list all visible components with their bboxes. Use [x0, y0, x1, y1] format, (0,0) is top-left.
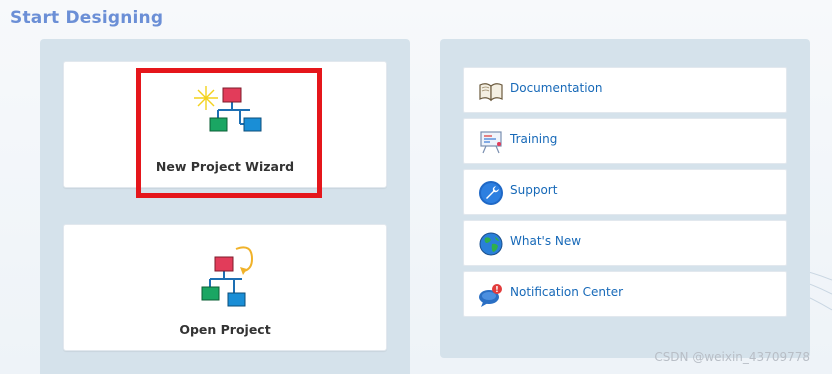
new-project-wizard-icon: [194, 86, 262, 132]
chat-bubble-alert-icon: !: [479, 284, 502, 307]
open-project-icon: [201, 246, 254, 307]
notification-center-label: Notification Center: [510, 285, 624, 299]
support-label: Support: [510, 183, 558, 197]
page-title: Start Designing: [10, 8, 164, 28]
wrench-icon: [479, 181, 503, 205]
training-label: Training: [510, 132, 558, 146]
notification-center-link[interactable]: ! Notification Center: [463, 271, 787, 317]
open-project-button[interactable]: Open Project: [63, 224, 387, 351]
whats-new-link[interactable]: What's New: [463, 220, 787, 266]
book-icon: [479, 83, 503, 102]
support-link[interactable]: Support: [463, 169, 787, 215]
whats-new-label: What's New: [510, 234, 582, 248]
new-project-wizard-button[interactable]: New Project Wizard: [63, 61, 387, 188]
svg-text:!: !: [495, 285, 499, 294]
documentation-label: Documentation: [510, 81, 603, 95]
presentation-board-icon: [480, 131, 502, 154]
open-project-label: Open Project: [179, 322, 271, 337]
training-link[interactable]: Training: [463, 118, 787, 164]
globe-icon: [479, 232, 503, 256]
watermark: CSDN @weixin_43709778: [654, 350, 810, 364]
documentation-link[interactable]: Documentation: [463, 67, 787, 113]
new-project-wizard-label: New Project Wizard: [155, 159, 295, 174]
